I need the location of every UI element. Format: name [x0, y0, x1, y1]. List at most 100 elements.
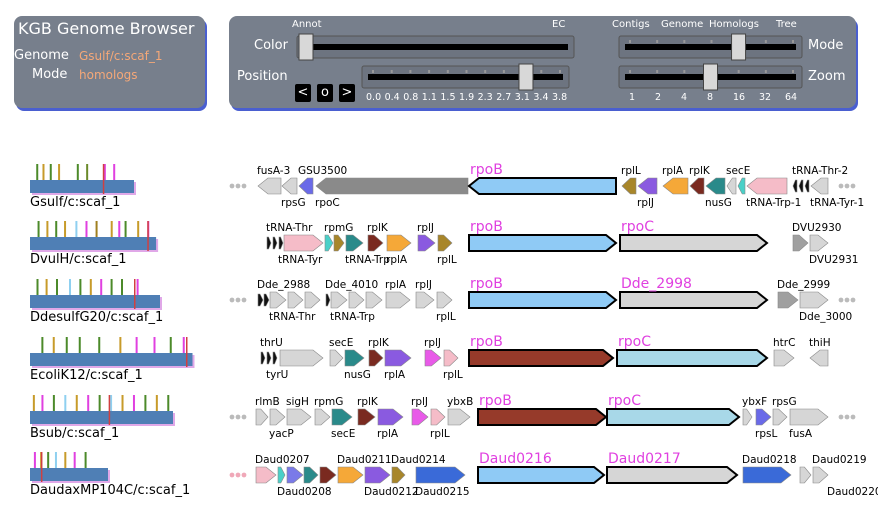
gene-arrow[interactable]	[386, 234, 412, 252]
gene-arrow[interactable]	[345, 234, 364, 252]
gene-arrow[interactable]	[773, 349, 795, 367]
gene-arrow[interactable]	[287, 291, 304, 309]
gene-arrow[interactable]	[792, 179, 798, 193]
gene-arrow[interactable]	[377, 408, 404, 426]
gene-arrow[interactable]	[436, 291, 453, 309]
gene-arrow[interactable]	[303, 466, 319, 484]
gene-arrow[interactable]	[330, 291, 348, 309]
gene-arrow[interactable]	[417, 234, 436, 252]
gene-arrow[interactable]	[619, 234, 769, 252]
gene-arrow[interactable]	[726, 177, 737, 195]
gene-arrow[interactable]	[283, 234, 324, 252]
gene-label: rpmG	[324, 222, 353, 234]
gene-arrow[interactable]	[619, 291, 769, 309]
gene-arrow[interactable]	[257, 293, 264, 307]
gene-arrow[interactable]	[789, 408, 829, 426]
gene-arrow[interactable]	[809, 234, 829, 252]
gene-arrow[interactable]	[468, 234, 618, 252]
gene-arrow[interactable]	[314, 408, 331, 426]
more-left-dots	[235, 472, 241, 478]
gene-arrow[interactable]	[279, 349, 324, 367]
gene-arrow[interactable]	[286, 408, 312, 426]
gene-arrow[interactable]	[278, 236, 284, 250]
gene-arrow[interactable]	[606, 466, 739, 484]
gene-arrow[interactable]	[298, 177, 314, 195]
gene-arrow[interactable]	[368, 349, 384, 367]
gene-arrow[interactable]	[443, 349, 459, 367]
gene-arrow[interactable]	[357, 408, 376, 426]
gene-arrow[interactable]	[385, 291, 411, 309]
gene-arrow[interactable]	[272, 236, 278, 250]
gene-track-1: tRNA-Thr tRNA-Tyr rpmG tRNA-Trp rplK rplA rplJ…	[266, 219, 859, 266]
gene-arrow[interactable]	[411, 408, 429, 426]
gene-arrow[interactable]	[468, 291, 618, 309]
gene-arrow[interactable]	[467, 177, 617, 195]
gene-arrow[interactable]	[799, 466, 812, 484]
gene-arrow[interactable]	[325, 293, 331, 307]
gene-arrow[interactable]	[755, 408, 772, 426]
gene-arrow[interactable]	[804, 179, 810, 193]
gene-arrow[interactable]	[662, 177, 689, 195]
gene-arrow[interactable]	[364, 466, 391, 484]
gene-arrow[interactable]	[277, 466, 286, 484]
gene-arrow[interactable]	[777, 291, 799, 309]
gene-arrow[interactable]	[798, 179, 804, 193]
gene-arrow[interactable]	[333, 234, 345, 252]
gene-arrow[interactable]	[430, 408, 446, 426]
gene-arrow[interactable]	[477, 466, 606, 484]
gene-arrow[interactable]	[621, 177, 637, 195]
gene-arrow[interactable]	[260, 351, 266, 365]
gene-label: rplJ	[417, 222, 434, 234]
gene-arrow[interactable]	[792, 234, 809, 252]
gene-arrow[interactable]	[266, 351, 272, 365]
gene-arrow[interactable]	[286, 466, 304, 484]
gene-arrow[interactable]	[689, 177, 705, 195]
gene-arrow[interactable]	[281, 177, 298, 195]
gene-arrow[interactable]	[437, 234, 453, 252]
gene-arrow[interactable]	[742, 466, 792, 484]
gene-arrow[interactable]	[415, 291, 435, 309]
gene-arrow[interactable]	[424, 349, 442, 367]
gene-arrow[interactable]	[272, 351, 278, 365]
gene-arrow[interactable]	[812, 466, 829, 484]
gene-arrow[interactable]	[344, 349, 365, 367]
gene-arrow[interactable]	[331, 408, 353, 426]
gene-label: Daud0215	[415, 486, 470, 498]
gene-arrow[interactable]	[799, 291, 829, 309]
gene-arrow[interactable]	[329, 349, 344, 367]
gene-arrow[interactable]	[269, 291, 287, 309]
gene-arrow[interactable]	[367, 234, 384, 252]
gene-arrow[interactable]	[384, 349, 412, 367]
gene-arrow[interactable]	[255, 466, 277, 484]
gene-arrow[interactable]	[737, 177, 746, 195]
gene-label: htrC	[773, 337, 795, 349]
gene-arrow[interactable]	[415, 466, 466, 484]
gene-arrow[interactable]	[447, 408, 471, 426]
gene-label: rpoB	[479, 393, 512, 409]
gene-arrow[interactable]	[606, 408, 741, 426]
gene-arrow[interactable]	[257, 177, 282, 195]
gene-arrow[interactable]	[742, 408, 753, 426]
gene-arrow[interactable]	[315, 177, 469, 195]
gene-arrow[interactable]	[772, 408, 788, 426]
gene-arrow[interactable]	[304, 291, 321, 309]
gene-arrow[interactable]	[263, 293, 270, 307]
gene-label: Dde_2999	[777, 279, 830, 291]
gene-arrow[interactable]	[637, 177, 658, 195]
gene-arrow[interactable]	[255, 408, 269, 426]
gene-arrow[interactable]	[391, 466, 406, 484]
gene-arrow[interactable]	[337, 466, 364, 484]
gene-arrow[interactable]	[348, 291, 365, 309]
gene-arrow[interactable]	[324, 234, 334, 252]
gene-arrow[interactable]	[269, 408, 286, 426]
gene-arrow[interactable]	[319, 466, 337, 484]
gene-arrow[interactable]	[746, 177, 788, 195]
gene-arrow[interactable]	[810, 177, 829, 195]
gene-arrow[interactable]	[616, 349, 769, 367]
gene-arrow[interactable]	[468, 349, 615, 367]
gene-arrow[interactable]	[705, 177, 726, 195]
gene-arrow[interactable]	[477, 408, 608, 426]
gene-arrow[interactable]	[365, 291, 383, 309]
gene-arrow[interactable]	[266, 236, 272, 250]
gene-arrow[interactable]	[809, 349, 829, 367]
